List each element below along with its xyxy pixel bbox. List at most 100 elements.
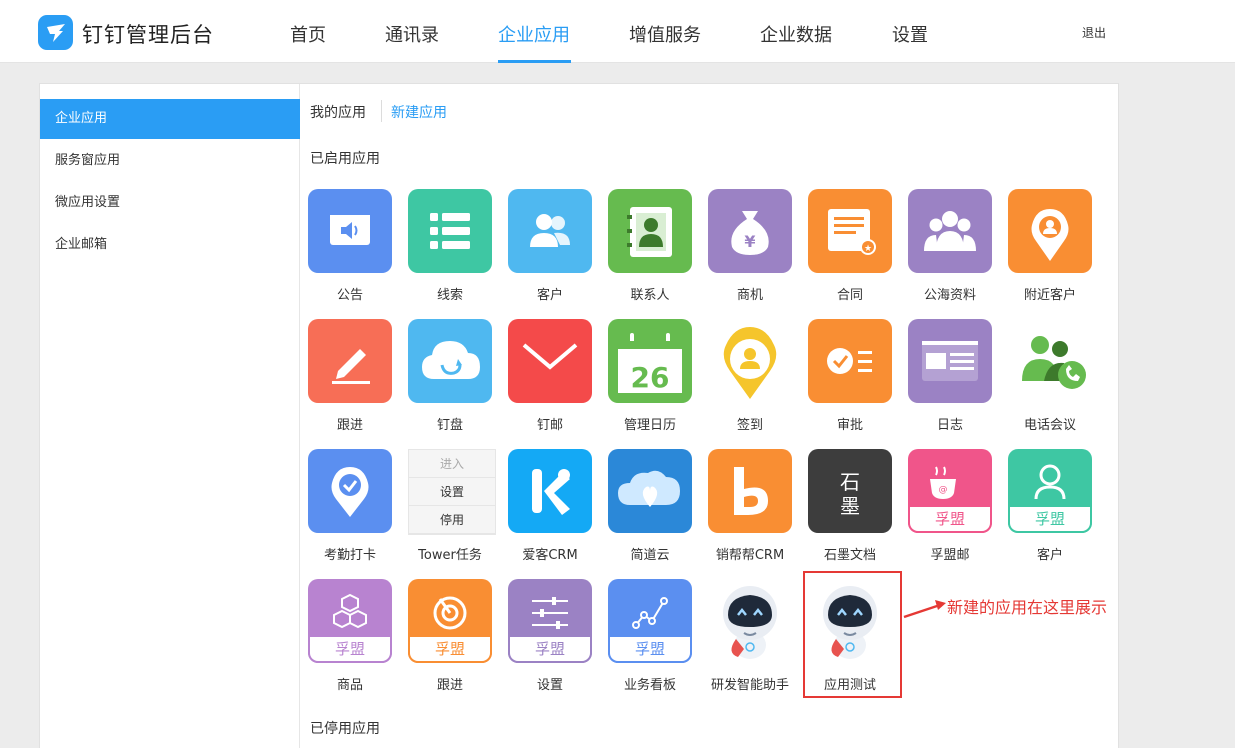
nav-value-added-services[interactable]: 增值服务 (629, 21, 701, 47)
app-tile[interactable]: 钉邮 (500, 319, 600, 439)
list-icon (408, 189, 492, 273)
pencil-icon (308, 319, 392, 403)
robot-icon (708, 579, 792, 663)
app-tile[interactable]: 客户 (500, 189, 600, 309)
attendance-icon (308, 449, 392, 533)
approval-icon (808, 319, 892, 403)
app-tile[interactable]: 线索 (400, 189, 500, 309)
group-icon (908, 189, 992, 273)
contact-card-icon (608, 189, 692, 273)
app-tile[interactable]: 进入 设置 停用 Tower任务 (400, 449, 500, 569)
nav-enterprise-data[interactable]: 企业数据 (760, 21, 832, 47)
app-label: 电话会议 (1023, 418, 1076, 433)
checkin-pin-icon (708, 319, 792, 403)
highlight-box (803, 571, 902, 698)
svg-text:@: @ (939, 485, 948, 495)
app-tile[interactable]: 联系人 (600, 189, 700, 309)
sidebar-item-service-window[interactable]: 服务窗应用 (40, 141, 300, 181)
svg-text:26: 26 (631, 361, 670, 394)
cloud-icon (408, 319, 492, 403)
app-tile[interactable]: 考勤打卡 (300, 449, 400, 569)
tower-menu-settings[interactable]: 设置 (409, 478, 495, 506)
foem-badge: 孚盟 (608, 637, 692, 663)
app-tile[interactable]: 简道云 (600, 449, 700, 569)
nav-enterprise-apps[interactable]: 企业应用 (498, 21, 570, 47)
tower-menu-enter[interactable]: 进入 (409, 450, 495, 478)
tab-divider (381, 100, 382, 122)
calendar-icon: 26 (608, 319, 692, 403)
app-tile[interactable]: 孚盟 跟进 (400, 579, 500, 699)
dingtalk-logo-icon[interactable] (38, 15, 73, 50)
svg-text:¥: ¥ (744, 232, 755, 251)
active-nav-indicator (498, 60, 571, 63)
sidebar-item-micro-app-settings[interactable]: 微应用设置 (40, 183, 300, 223)
foem-badge: 孚盟 (508, 637, 592, 663)
annotation-arrow-icon (903, 600, 946, 619)
svg-text:★: ★ (864, 244, 872, 254)
tower-menu-disable[interactable]: 停用 (409, 506, 495, 534)
app-tile[interactable]: 孚盟 客户 (1000, 449, 1100, 569)
sidebar-item-enterprise-apps[interactable]: 企业应用 (40, 99, 300, 139)
target-icon: 孚盟 (408, 579, 492, 663)
chart-line-icon: 孚盟 (608, 579, 692, 663)
app-tile[interactable]: 孚盟 业务看板 (600, 579, 700, 699)
app-label: 客户 (1036, 548, 1063, 563)
app-tile[interactable]: 审批 (800, 319, 900, 439)
app-tile[interactable]: 孚盟 商品 (300, 579, 400, 699)
app-tile[interactable]: 爱客CRM (500, 449, 600, 569)
ik-logo-icon (508, 449, 592, 533)
logout-link[interactable]: 退出 (1082, 24, 1106, 41)
sliders-icon: 孚盟 (508, 579, 592, 663)
shimo-logo-icon: 石墨 (808, 449, 892, 533)
nav-home[interactable]: 首页 (290, 21, 326, 47)
app-tile[interactable]: 26 管理日历 (600, 319, 700, 439)
nav-settings[interactable]: 设置 (892, 21, 928, 47)
app-tile[interactable]: 石墨石墨文档 (800, 449, 900, 569)
coffee-mail-icon: @ 孚盟 (908, 449, 992, 533)
b-logo-icon (708, 449, 792, 533)
jiandao-cloud-icon (608, 449, 692, 533)
top-bar: 钉钉管理后台 首页 通讯录 企业应用 增值服务 企业数据 设置 退出 (0, 0, 1235, 63)
tower-app-menu: 进入 设置 停用 (408, 449, 496, 535)
app-tile[interactable]: 附近客户 (1000, 189, 1100, 309)
app-tile[interactable]: ¥ 商机 (700, 189, 800, 309)
user-icon: 孚盟 (1008, 449, 1092, 533)
app-tile[interactable]: 销帮帮CRM (700, 449, 800, 569)
section-disabled-title: 已停用应用 (310, 721, 380, 737)
section-enabled-title: 已启用应用 (310, 151, 380, 167)
app-tile[interactable]: 日志 (900, 319, 1000, 439)
svg-text:石: 石 (840, 470, 860, 494)
tab-new-app[interactable]: 新建应用 (391, 102, 447, 122)
phone-conference-icon (1008, 319, 1092, 403)
app-tile[interactable]: 钉盘 (400, 319, 500, 439)
foem-badge: 孚盟 (1008, 507, 1092, 533)
cubes-icon: 孚盟 (308, 579, 392, 663)
foem-badge: 孚盟 (408, 637, 492, 663)
location-person-icon (1008, 189, 1092, 273)
app-tile[interactable]: 电话会议 (1000, 319, 1100, 439)
app-label: 附近客户 (1023, 288, 1076, 303)
sidebar-item-enterprise-mail[interactable]: 企业邮箱 (40, 225, 300, 265)
foem-badge: 孚盟 (908, 507, 992, 533)
svg-text:墨: 墨 (840, 494, 860, 518)
app-tile[interactable]: @ 孚盟 孚盟邮 (900, 449, 1000, 569)
announcement-icon (308, 189, 392, 273)
app-tile[interactable]: 公海资料 (900, 189, 1000, 309)
app-tile[interactable]: 公告 (300, 189, 400, 309)
mail-icon (508, 319, 592, 403)
annotation-text: 新建的应用在这里展示 (947, 598, 1108, 617)
app-tile[interactable]: ★ 合同 (800, 189, 900, 309)
tab-my-apps[interactable]: 我的应用 (310, 102, 366, 122)
sidebar: 企业应用 服务窗应用 微应用设置 企业邮箱 (40, 84, 300, 748)
contract-icon: ★ (808, 189, 892, 273)
customers-icon (508, 189, 592, 273)
app-tile[interactable]: 孚盟 设置 (500, 579, 600, 699)
app-tile[interactable]: 研发智能助手 (700, 579, 800, 699)
foem-badge: 孚盟 (308, 637, 392, 663)
money-bag-icon: ¥ (708, 189, 792, 273)
nav-contacts[interactable]: 通讯录 (385, 21, 439, 47)
app-tile[interactable]: 跟进 (300, 319, 400, 439)
log-icon (908, 319, 992, 403)
app-tile[interactable]: 签到 (700, 319, 800, 439)
brand-title: 钉钉管理后台 (82, 23, 214, 47)
